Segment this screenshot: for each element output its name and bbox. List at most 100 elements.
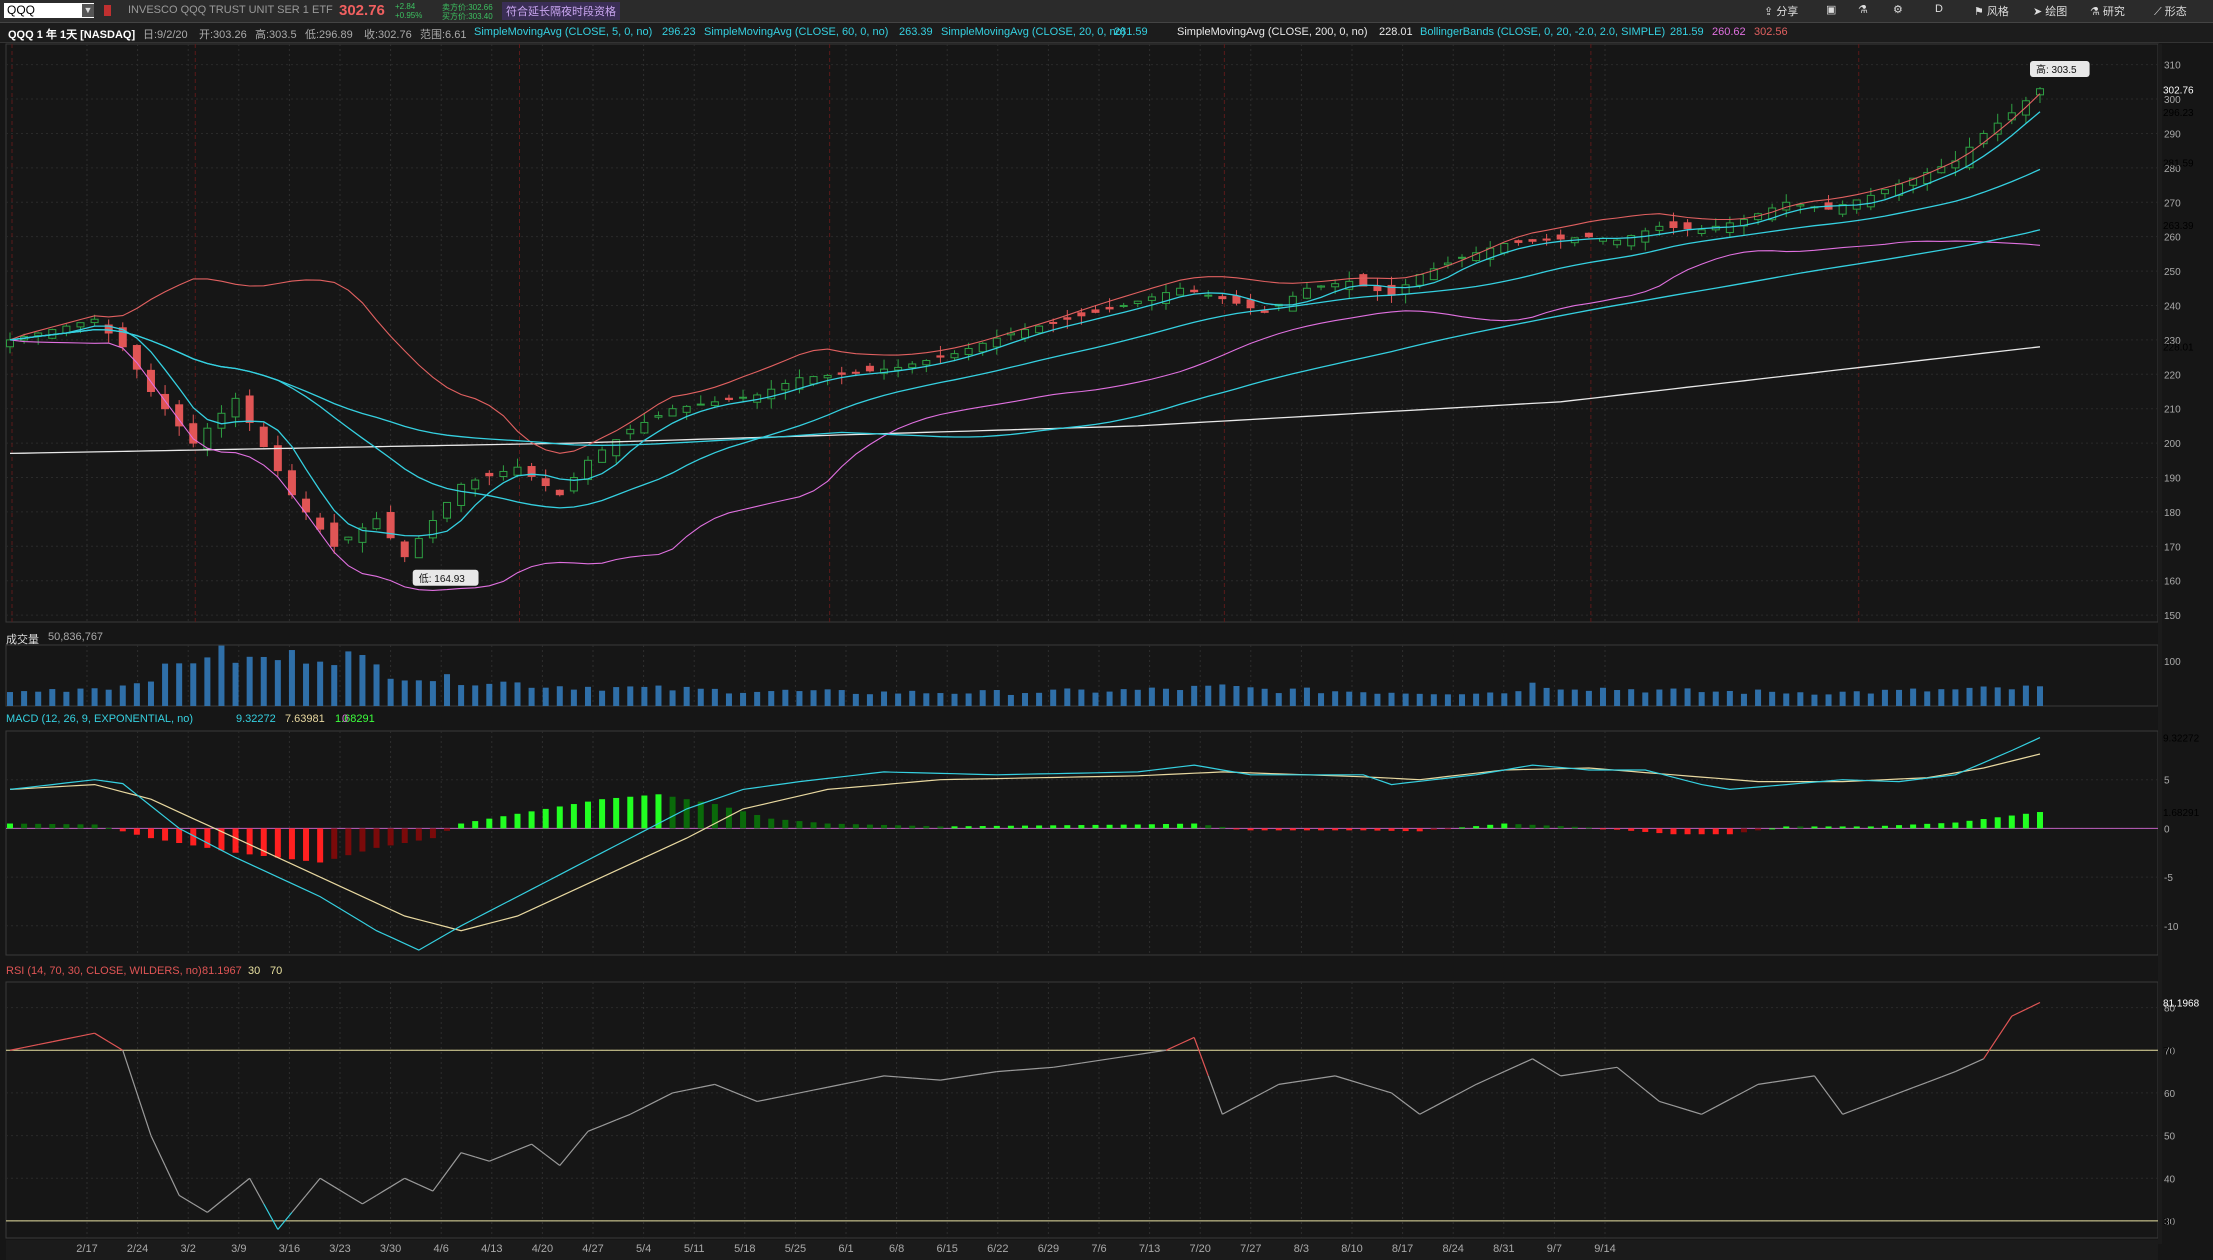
candle-body [1288, 295, 1297, 312]
flask-icon: ⚗ [1858, 4, 1868, 16]
rsi-y-tick: 30 [2164, 1217, 2176, 1228]
rsi-line-segment [2011, 1008, 2027, 1017]
rsi-label[interactable]: RSI (14, 70, 30, CLOSE, WILDERS, no) [6, 965, 202, 977]
rsi-line-segment [841, 1080, 856, 1085]
macd-histogram-bar [1952, 822, 1959, 829]
macd-histogram-bar [373, 828, 380, 848]
study-sma200-value: 228.01 [1379, 26, 1413, 38]
volume-bar [909, 690, 916, 706]
candle-body [1570, 237, 1579, 244]
candle-body [555, 489, 564, 496]
rsi-line-segment [1081, 1060, 1096, 1064]
volume-bar [951, 693, 958, 706]
volume-bar [796, 691, 803, 706]
study-sma20-label[interactable]: SimpleMovingAvg (CLOSE, 20, 0, no) [939, 26, 1127, 38]
macd-histogram-bar [528, 811, 535, 829]
macd-histogram-bar [1910, 824, 1917, 829]
candle-body [6, 339, 14, 348]
macd-histogram-bar [176, 828, 183, 843]
candle-body [640, 421, 649, 434]
volume-bar [1289, 688, 1296, 706]
volume-bar [1797, 692, 1804, 706]
chevron-down-icon[interactable]: ▼ [82, 4, 94, 17]
macd-histogram-bar [1007, 825, 1014, 829]
x-tick-label: 6/15 [936, 1243, 957, 1255]
candle-body [583, 459, 592, 481]
y-tick-label: 280 [2164, 164, 2181, 175]
flask-button[interactable]: ⚗ [1858, 3, 1868, 16]
info-icon[interactable]: ! [8, 48, 22, 62]
volume-bar [1910, 688, 1917, 706]
rsi-line-segment [1687, 1109, 1702, 1115]
rsi-line-segment [658, 1092, 673, 1101]
y-tick-label: 200 [2164, 439, 2181, 450]
candle-body [1810, 206, 1819, 209]
draw-button[interactable]: ➤ 绘图 [2033, 3, 2067, 19]
interval-button[interactable]: D [1935, 3, 1943, 15]
candle-body [1782, 201, 1791, 211]
layout-button[interactable]: ▣ [1826, 3, 1836, 16]
candle-body [1317, 285, 1326, 288]
volume-label[interactable]: 成交量 [6, 631, 39, 647]
share-button[interactable]: ⇪ 分享 [1764, 3, 1798, 19]
candle-body [1739, 218, 1748, 227]
volume-bar [1007, 694, 1014, 706]
x-tick-label: 3/30 [380, 1243, 401, 1255]
rsi-line-segment [1616, 1066, 1632, 1080]
extended-hours-badge[interactable]: 符合延长隔夜时段资格 [502, 2, 620, 20]
macd-signal-line [9, 753, 2041, 932]
style-button[interactable]: ⚑ 风格 [1974, 3, 2009, 19]
chart-canvas[interactable]: 2/17 2/24 3/2 3/9 3/16 3/23 3/30 4/6 4/13 4/20 4/2… [0, 0, 2213, 1260]
volume-bar [288, 650, 295, 706]
study-bb-label[interactable]: BollingerBands (CLOSE, 0, 20, -2.0, 2.0,… [1418, 26, 1667, 38]
settings-button[interactable]: ⚙ [1893, 3, 1903, 16]
rsi-line-segment [1800, 1075, 1815, 1079]
sma200-line [9, 346, 2041, 455]
macd-histogram-bar [711, 804, 718, 829]
macd-histogram-bar [1783, 826, 1790, 829]
volume-bar [1515, 691, 1522, 706]
volume-bar [2037, 686, 2043, 706]
study-sma200-label[interactable]: SimpleMovingAvg (CLOSE, 200, 0, no) [1175, 26, 1370, 38]
rsi-line-segment [855, 1078, 871, 1083]
studies-button[interactable]: ⚗ 研究 [2090, 3, 2125, 19]
macd-histogram-bar [1106, 824, 1113, 829]
candle-body [1359, 274, 1368, 287]
rsi-line-segment [348, 1194, 363, 1205]
patterns-button[interactable]: ⟋ 形态 [2154, 3, 2187, 19]
volume-bar [1106, 691, 1113, 706]
rsi-line-segment [1701, 1106, 1717, 1115]
macd-histogram-bar [1289, 828, 1296, 831]
volume-bar [1036, 692, 1043, 706]
rsi-line-segment [1912, 1081, 1928, 1089]
rsi-line-segment [1433, 1098, 1449, 1108]
rsi-70-tag: 70 [2163, 1046, 2175, 1057]
flag-icon[interactable] [104, 5, 111, 16]
candle-body [936, 355, 945, 358]
candle-body [1021, 329, 1029, 339]
rsi-line-segment [221, 1189, 236, 1202]
macd-histogram-bar [1811, 826, 1818, 829]
candle-body [358, 527, 367, 543]
volume-bar [1416, 693, 1423, 706]
rsi-line-segment [700, 1083, 715, 1088]
rsi-line-segment [376, 1186, 391, 1196]
macd-histogram-bar [1261, 828, 1268, 831]
rsi-line-segment [1067, 1062, 1082, 1066]
macd-label[interactable]: MACD (12, 26, 9, EXPONENTIAL, no) [6, 713, 193, 725]
x-tick-label: 6/8 [889, 1243, 904, 1255]
rsi-line-segment [1010, 1068, 1026, 1072]
symbol-input[interactable]: QQQ [4, 3, 94, 18]
candle-body [1584, 232, 1593, 238]
candle-body [1133, 300, 1142, 305]
rsi-line-segment [108, 1041, 124, 1051]
x-tick-label: 9/7 [1547, 1243, 1562, 1255]
study-sma60-label[interactable]: SimpleMovingAvg (CLOSE, 60, 0, no) [702, 26, 890, 38]
rsi-line-segment [1024, 1067, 1040, 1071]
study-sma5-label[interactable]: SimpleMovingAvg (CLOSE, 5, 0, no) [472, 26, 654, 38]
rsi-line-segment [460, 1152, 476, 1158]
volume-bar [260, 656, 267, 706]
panel-macd [5, 730, 2159, 956]
rsi-line-segment [1602, 1066, 1618, 1071]
macd-histogram-bar [1360, 828, 1367, 831]
